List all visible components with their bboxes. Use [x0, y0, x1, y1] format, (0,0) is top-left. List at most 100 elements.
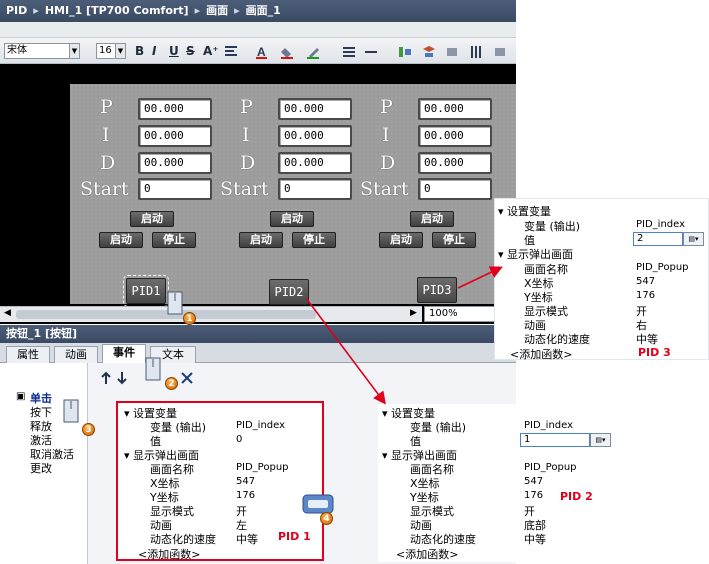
i-field[interactable]: 00.000	[278, 125, 352, 147]
run-button-top[interactable]: 启动	[410, 211, 454, 227]
run-button[interactable]: 启动	[99, 232, 143, 248]
tab-animation[interactable]: 动画	[54, 346, 98, 363]
d-field[interactable]: 00.000	[138, 152, 212, 174]
p-field[interactable]: 00.000	[418, 98, 492, 120]
step-badge: 3	[82, 423, 95, 436]
event-change[interactable]: 更改	[30, 460, 52, 476]
crumb-device[interactable]: HMI_1 [TP700 Comfort]	[45, 4, 189, 17]
label-d: D	[380, 152, 396, 174]
pid3-screen-value[interactable]: PID_Popup	[636, 262, 689, 273]
chevron-down-icon: ▼	[69, 44, 79, 58]
toolbar-icons: A	[225, 45, 505, 59]
run-button-top[interactable]: 启动	[270, 211, 314, 227]
pid2-x-value[interactable]: 547	[524, 476, 543, 487]
tag-picker-icon[interactable]: ▤▾	[683, 232, 704, 246]
line-style-icon	[343, 47, 355, 49]
pid3-speed-value[interactable]: 中等	[636, 331, 658, 347]
pid2-tag-value[interactable]: PID_index	[524, 420, 573, 431]
keyboard-icon	[302, 494, 334, 514]
underline-button[interactable]: U	[169, 43, 179, 59]
superscript-button[interactable]: A⁺	[203, 43, 219, 59]
stop-button[interactable]: 停止	[152, 232, 196, 248]
inspector-tabs: 属性 动画 事件 文本	[0, 343, 516, 363]
toolbar-strip	[0, 22, 516, 38]
scroll-left-icon[interactable]: ◀	[4, 308, 11, 318]
pid2-button[interactable]: PID2	[269, 279, 309, 305]
pid2-y-value[interactable]: 176	[524, 490, 543, 501]
run-button-top[interactable]: 启动	[130, 211, 174, 227]
pid2-speed-label: 动态化的速度	[410, 533, 476, 546]
pid3-button[interactable]: PID3	[417, 277, 457, 303]
pid3-fn-popup[interactable]: ▾ 显示弹出画面	[498, 246, 573, 262]
pid3-x-value[interactable]: 547	[636, 276, 655, 287]
tag-picker-icon[interactable]: ▤▾	[590, 433, 611, 447]
pid2-speed-value[interactable]: 中等	[524, 531, 546, 547]
stop-button[interactable]: 停止	[292, 232, 336, 248]
step-badge: 4	[320, 512, 333, 525]
crumb-project[interactable]: PID	[6, 4, 27, 17]
selected-event-icon: ▣	[16, 391, 26, 402]
label-i: I	[382, 124, 390, 146]
pid3-caption: PID 3	[638, 346, 671, 359]
tab-properties[interactable]: 属性	[6, 346, 50, 363]
pid1-value[interactable]: 0	[236, 434, 242, 445]
pid3-speed-label: 动态化的速度	[524, 333, 590, 346]
line-width-icon	[365, 51, 377, 53]
p-field[interactable]: 00.000	[278, 98, 352, 120]
crumb-screen[interactable]: 画面_1	[246, 4, 281, 17]
start-field[interactable]: 0	[138, 178, 212, 200]
pid3-y-value[interactable]: 176	[636, 290, 655, 301]
breadcrumb: PID ▸ HMI_1 [TP700 Comfort] ▸ 画面 ▸ 画面_1	[0, 0, 516, 22]
crumb-screens[interactable]: 画面	[206, 4, 228, 17]
d-field[interactable]: 00.000	[418, 152, 492, 174]
align-icon	[225, 46, 237, 48]
run-button[interactable]: 启动	[239, 232, 283, 248]
pid1-button[interactable]: PID1	[123, 275, 169, 307]
strikethrough-button[interactable]: S	[186, 43, 195, 59]
pid3-fn-set-tag[interactable]: ▾ 设置变量	[498, 203, 551, 219]
pid2-value-input[interactable]: 1 ▤▾	[520, 433, 611, 447]
i-field[interactable]: 00.000	[418, 125, 492, 147]
fill-color-icon	[281, 48, 291, 58]
label-start: Start	[220, 178, 269, 200]
stop-button[interactable]: 停止	[432, 232, 476, 248]
italic-button[interactable]: I	[152, 43, 156, 59]
pid1-y-value[interactable]: 176	[236, 490, 255, 501]
label-p: P	[100, 96, 113, 118]
start-field[interactable]: 0	[278, 178, 352, 200]
d-field[interactable]: 00.000	[278, 152, 352, 174]
label-start: Start	[80, 178, 129, 200]
label-i: I	[242, 124, 250, 146]
pid1-tag-value[interactable]: PID_index	[236, 420, 285, 431]
pid1-add-function[interactable]: <添加函数>	[138, 546, 200, 562]
format-toolbar: 宋体 ▼ 16 ▼ B I U S A⁺ A	[0, 38, 516, 64]
step-badge: 1	[183, 312, 196, 325]
bold-button[interactable]: B	[135, 43, 144, 59]
pid2-screen-value[interactable]: PID_Popup	[524, 462, 577, 473]
pid3-add-function[interactable]: <添加函数>	[510, 346, 572, 362]
font-size-select[interactable]: 16 ▼	[96, 43, 126, 59]
scroll-right-icon[interactable]: ▶	[410, 308, 417, 318]
run-button[interactable]: 启动	[379, 232, 423, 248]
pid1-speed-value[interactable]: 中等	[236, 531, 258, 547]
label-d: D	[240, 152, 256, 174]
grid-icon	[471, 46, 473, 58]
label-p: P	[240, 96, 253, 118]
pid3-tag-value[interactable]: PID_index	[636, 219, 685, 230]
font-family-select[interactable]: 宋体 ▼	[4, 43, 80, 59]
pid1-x-value[interactable]: 547	[236, 476, 255, 487]
label-p: P	[380, 96, 393, 118]
start-field[interactable]: 0	[418, 178, 492, 200]
inspector-title: 按钮_1 [按钮]	[0, 325, 516, 343]
pid1-speed-label: 动态化的速度	[150, 533, 216, 546]
pid1-screen-value[interactable]: PID_Popup	[236, 462, 289, 473]
delete-icon	[181, 372, 193, 384]
move-down-icon	[117, 372, 127, 385]
label-start: Start	[360, 178, 409, 200]
i-field[interactable]: 00.000	[138, 125, 212, 147]
pid2-caption: PID 2	[560, 490, 593, 503]
pid3-value-input[interactable]: 2 ▤▾	[633, 232, 704, 246]
pid2-add-function[interactable]: <添加函数>	[396, 546, 458, 562]
p-field[interactable]: 00.000	[138, 98, 212, 120]
horizontal-scrollbar[interactable]: ◀ ▶	[0, 306, 422, 322]
